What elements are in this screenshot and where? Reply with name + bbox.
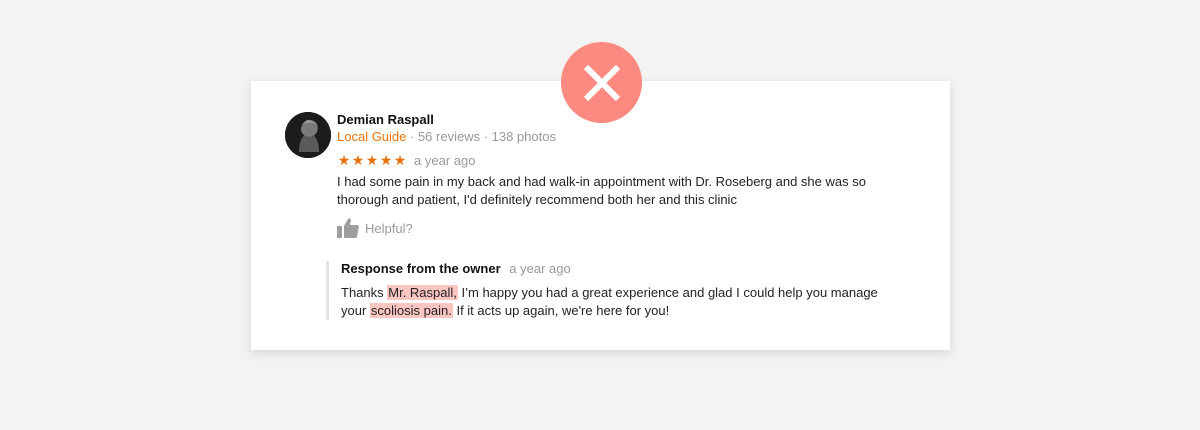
star-rating: ★ ★ ★ ★ ★ [337,152,407,169]
owner-response: Response from the owner a year ago Thank… [326,261,901,320]
review-text: I had some pain in my back and had walk-… [337,174,866,207]
rating-line: ★ ★ ★ ★ ★ a year ago [337,152,476,169]
response-text-part: If it acts up again, we're here for you! [452,303,670,318]
owner-response-title: Response from the owner [341,261,501,276]
thumbs-up-icon [337,218,359,238]
owner-response-time: a year ago [509,261,571,276]
star-icon: ★ [337,152,351,168]
reviewer-name[interactable]: Demian Raspall [337,112,434,127]
star-icon: ★ [351,152,365,168]
avatar[interactable] [285,112,331,158]
highlighted-name: Mr. Raspall, [387,285,458,300]
avatar-image [285,112,331,158]
local-guide-badge: Local Guide [337,129,407,144]
helpful-button[interactable]: Helpful? [337,218,413,238]
owner-response-header: Response from the owner a year ago [341,261,901,276]
reviewer-stats: · 56 reviews · 138 photos [406,129,556,144]
helpful-label: Helpful? [365,220,413,236]
star-icon: ★ [393,152,407,168]
response-text-part: Thanks [341,285,388,300]
star-icon: ★ [379,152,393,168]
close-icon [561,42,642,123]
reviewer-meta: Local Guide · 56 reviews · 138 photos [337,129,556,144]
star-icon: ★ [365,152,379,168]
highlighted-condition: scoliosis pain. [369,303,453,318]
close-x-glyph [583,64,620,101]
review-time: a year ago [414,153,476,168]
owner-response-text: Thanks Mr. Raspall, I’m happy you had a … [341,284,901,320]
